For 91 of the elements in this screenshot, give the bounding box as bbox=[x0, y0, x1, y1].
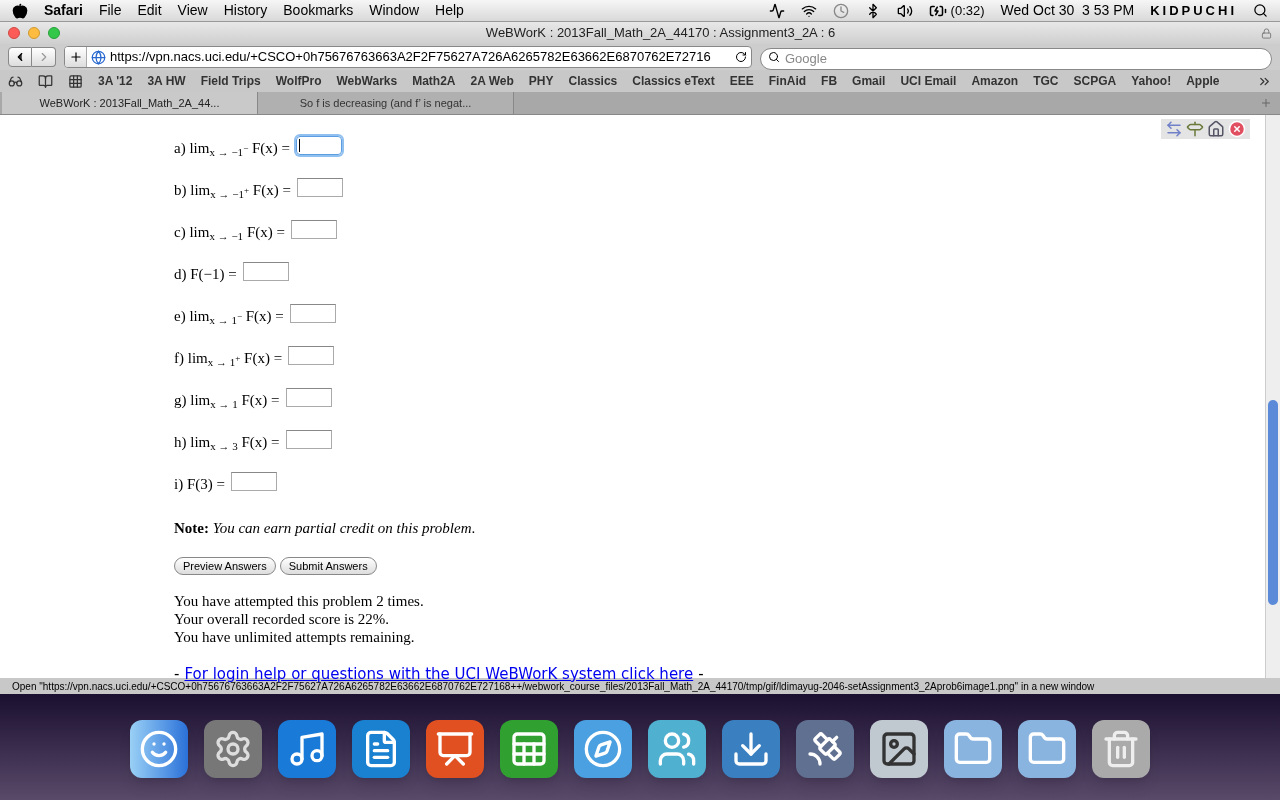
compass-icon[interactable] bbox=[574, 720, 632, 778]
user-name[interactable]: KIDPUCHI bbox=[1150, 0, 1237, 21]
close-button[interactable] bbox=[8, 27, 20, 39]
people-icon[interactable] bbox=[648, 720, 706, 778]
music-note-icon[interactable] bbox=[278, 720, 336, 778]
activity-icon[interactable] bbox=[768, 2, 785, 19]
search-field[interactable]: Google bbox=[760, 47, 1272, 70]
presentation-app-icon[interactable] bbox=[426, 720, 484, 778]
bookmark-link[interactable]: FB bbox=[821, 72, 838, 90]
question-label: d) F(−1) = bbox=[174, 265, 237, 284]
search-icon bbox=[768, 51, 780, 63]
reload-icon[interactable] bbox=[735, 51, 747, 63]
battery-time: (0:32) bbox=[950, 1, 985, 20]
text-cursor bbox=[299, 139, 300, 152]
bookmark-link[interactable]: Math2A bbox=[412, 72, 456, 90]
document-app-icon[interactable] bbox=[352, 720, 410, 778]
bookmark-link[interactable]: TGC bbox=[1033, 72, 1059, 90]
folder-icon[interactable] bbox=[944, 720, 1002, 778]
trash-icon[interactable] bbox=[1092, 720, 1150, 778]
note-text: Note: You can earn partial credit on this problem. bbox=[174, 519, 477, 538]
lock-icon bbox=[1261, 27, 1272, 39]
url-text: https://vpn.nacs.uci.edu/+CSCO+0h75676763663A2F2F75627A726A6265782E63662E6870762E72716 bbox=[110, 48, 712, 67]
clock-icon[interactable] bbox=[832, 2, 849, 19]
scrollbar-thumb[interactable] bbox=[1268, 400, 1278, 605]
attempt-info: You have unlimited attempts remaining. bbox=[174, 627, 416, 646]
apple-menu-icon[interactable] bbox=[12, 2, 28, 19]
answer-field[interactable] bbox=[288, 346, 335, 365]
plus-icon bbox=[68, 50, 83, 64]
bookmark-link[interactable]: FinAid bbox=[768, 72, 807, 90]
spreadsheet-app-icon[interactable] bbox=[500, 720, 558, 778]
bookmarks-icon[interactable] bbox=[38, 73, 53, 89]
bookmark-link[interactable]: WolfPro bbox=[275, 72, 322, 90]
bookmark-link[interactable]: 2A Web bbox=[470, 72, 514, 90]
status-bar-text: Open "https://vpn.nacs.uci.edu/+CSCO+0h75676763663A2F2F75627A726A6265782E63662E6870762E727168++/webwork_course_files/2013Fall_Math_2A_44170/tmp/gif/ldimayug-2046-setAssignment3_2Aprob6image1.png" in a new window bbox=[12, 680, 1095, 694]
volume-icon[interactable] bbox=[896, 2, 913, 19]
attempt-info: Your overall recorded score is 22%. bbox=[174, 609, 391, 628]
navigation-arrows-icon[interactable] bbox=[1165, 120, 1183, 138]
attempt-info: You have attempted this problem 2 times. bbox=[174, 591, 425, 610]
answer-field[interactable] bbox=[242, 262, 289, 281]
address-field[interactable]: https://vpn.nacs.uci.edu/+CSCO+0h75676763663A2F2F75627A726A6265782E63662E6870762E72716 bbox=[64, 46, 752, 68]
bookmark-link[interactable]: 3A HW bbox=[147, 72, 186, 90]
menu-item[interactable]: File bbox=[98, 0, 122, 21]
dash-text: - bbox=[698, 663, 704, 683]
menu-item[interactable]: Help bbox=[435, 0, 464, 21]
finder-face-icon[interactable] bbox=[130, 720, 188, 778]
bookmark-link[interactable]: WebWarks bbox=[336, 72, 398, 90]
grid-icon[interactable] bbox=[68, 73, 83, 89]
bookmark-link[interactable]: SCPGA bbox=[1073, 72, 1117, 90]
dash-text: - bbox=[174, 663, 180, 683]
bookmark-link[interactable]: Yahoo! bbox=[1131, 72, 1172, 90]
answer-field[interactable] bbox=[296, 136, 342, 155]
bookmark-link[interactable]: Amazon bbox=[971, 72, 1019, 90]
photo-viewer-icon[interactable] bbox=[870, 720, 928, 778]
add-bookmark-button[interactable] bbox=[65, 47, 87, 67]
bookmark-link[interactable]: UCI Email bbox=[900, 72, 957, 90]
close-icon[interactable] bbox=[1228, 120, 1246, 138]
bookmark-link[interactable]: EEE bbox=[729, 72, 754, 90]
answer-field[interactable] bbox=[290, 220, 337, 239]
home-icon[interactable] bbox=[1207, 120, 1225, 138]
answer-field[interactable] bbox=[285, 430, 332, 449]
menu-item[interactable]: Edit bbox=[137, 0, 162, 21]
scrollbar[interactable] bbox=[1265, 115, 1280, 678]
browser-tab[interactable]: So f is decreasing (and f’ is negat... bbox=[258, 92, 514, 114]
back-button[interactable] bbox=[8, 47, 32, 67]
search-icon[interactable] bbox=[1253, 3, 1268, 18]
menu-item[interactable]: Window bbox=[369, 0, 420, 21]
globe-icon bbox=[91, 49, 106, 65]
form-button[interactable]: Submit Answers bbox=[279, 556, 377, 575]
form-button[interactable]: Preview Answers bbox=[174, 556, 276, 575]
browser-tab[interactable]: WeBWorK : 2013Fall_Math_2A_44... bbox=[2, 92, 258, 114]
menu-item[interactable]: Bookmarks bbox=[283, 0, 354, 21]
bookmark-link[interactable]: PHY bbox=[528, 72, 554, 90]
gear-icon[interactable] bbox=[204, 720, 262, 778]
window-title: WeBWorK : 2013Fall_Math_2A_44170 : Assignment3_2A : 6 bbox=[484, 24, 837, 43]
bookmark-link[interactable]: Apple bbox=[1186, 72, 1220, 90]
answer-field[interactable] bbox=[230, 472, 277, 491]
question-label: i) F(3) = bbox=[174, 475, 225, 494]
answer-field[interactable] bbox=[285, 388, 332, 407]
bookmark-link[interactable]: Classics bbox=[568, 72, 618, 90]
bookmark-link[interactable]: 3A '12 bbox=[98, 72, 133, 90]
bookmark-link[interactable]: Field Trips bbox=[200, 72, 261, 90]
menu-item[interactable]: View bbox=[177, 0, 208, 21]
folder-icon[interactable] bbox=[1018, 720, 1076, 778]
answer-field[interactable] bbox=[296, 178, 343, 197]
menu-item[interactable]: Safari bbox=[44, 0, 83, 21]
signpost-icon[interactable] bbox=[1186, 120, 1204, 138]
bookmark-link[interactable]: Gmail bbox=[852, 72, 886, 90]
menu-clock[interactable]: Wed Oct 30 3 53 PM bbox=[1000, 0, 1135, 21]
menu-item[interactable]: History bbox=[223, 0, 268, 21]
answer-field[interactable] bbox=[289, 304, 336, 323]
bookmark-link[interactable]: Classics eText bbox=[632, 72, 715, 90]
